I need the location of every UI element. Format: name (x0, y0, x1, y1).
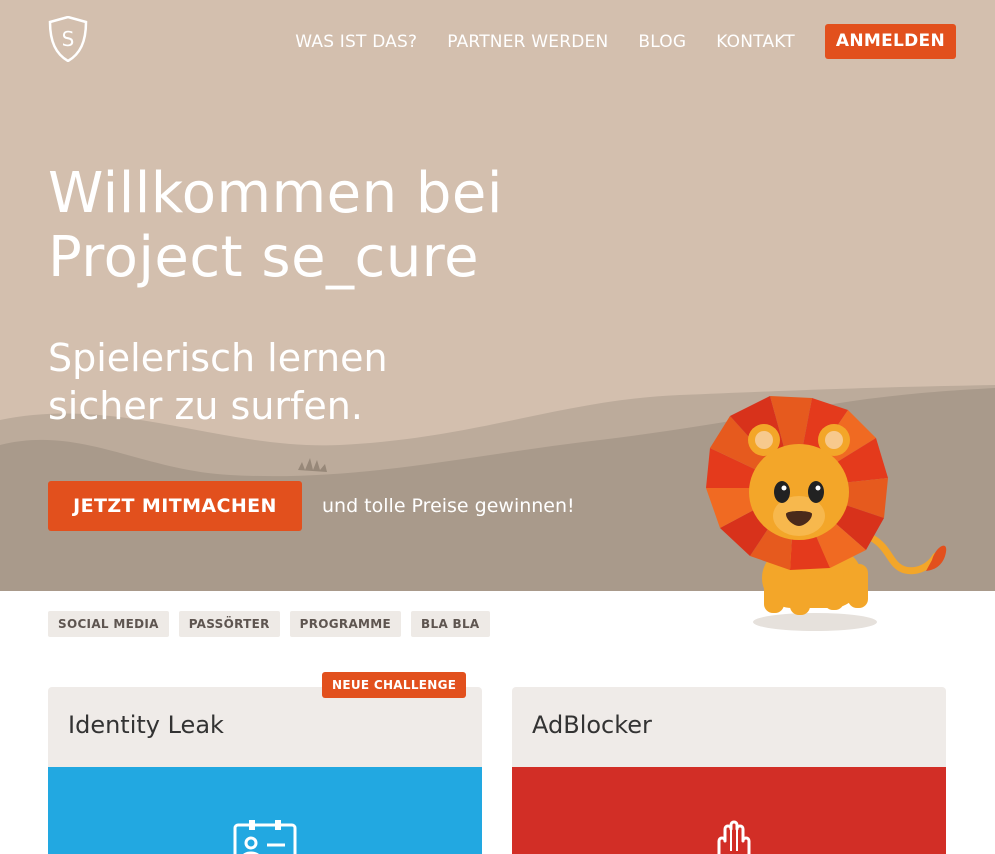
hero-title-line2: Project se_cure (48, 225, 480, 290)
tag-programs[interactable]: PROGRAMME (289, 611, 402, 637)
card-image[interactable] (512, 767, 946, 854)
main-nav: WAS IST DAS? PARTNER WERDEN BLOG KONTAKT… (295, 24, 956, 59)
logo-shield-icon[interactable]: S (48, 16, 88, 62)
nav-link-partner-werden[interactable]: PARTNER WERDEN (447, 25, 608, 59)
card-header: AdBlocker (512, 687, 946, 767)
nav-link-kontakt[interactable]: KONTAKT (716, 25, 795, 59)
tag-bla-bla[interactable]: BLA BLA (411, 611, 490, 637)
hero-title: Willkommen bei Project se_cure (48, 162, 608, 290)
tag-social-media[interactable]: SOCIAL MEDIA (48, 611, 169, 637)
login-button[interactable]: ANMELDEN (824, 24, 956, 59)
cta-note: und tolle Preise gewinnen! (322, 495, 575, 517)
nav-link-was-ist-das[interactable]: WAS IST DAS? (295, 25, 417, 59)
card-title: AdBlocker (532, 711, 652, 739)
card-image[interactable] (48, 767, 482, 854)
new-challenge-badge: NEUE CHALLENGE (322, 672, 467, 698)
card-header: Identity Leak (48, 687, 482, 767)
card-title: Identity Leak (68, 711, 224, 739)
hand-stop-icon (717, 820, 751, 854)
challenge-card-adblocker[interactable]: AdBlocker (512, 687, 946, 854)
nav-link-blog[interactable]: BLOG (638, 25, 686, 59)
join-now-button[interactable]: JETZT MITMACHEN (48, 481, 302, 531)
id-card-icon (233, 820, 297, 854)
challenge-card-identity-leak[interactable]: Identity Leak (48, 687, 482, 854)
svg-text:S: S (62, 27, 75, 51)
hero-subtitle-line2: sicher zu surfen. (48, 384, 363, 428)
topic-tags: SOCIAL MEDIA PASSÖRTER PROGRAMME BLA BLA (48, 611, 500, 637)
hero-subtitle: Spielerisch lernen sicher zu surfen. (48, 334, 568, 430)
hero-title-line1: Willkommen bei (48, 161, 503, 226)
tag-passwords[interactable]: PASSÖRTER (178, 611, 280, 637)
lion-mascot-icon (706, 396, 947, 631)
hero-subtitle-line1: Spielerisch lernen (48, 336, 388, 380)
